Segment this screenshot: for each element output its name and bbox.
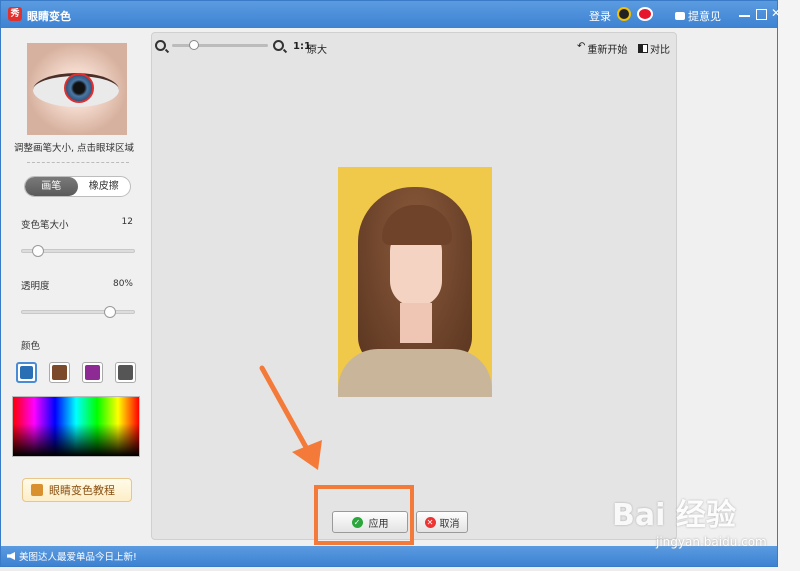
- watermark-logo: Bai 经验: [612, 498, 736, 533]
- annotation-arrow: [259, 365, 322, 470]
- watermark-url: jingyan.baidu.com: [656, 535, 767, 549]
